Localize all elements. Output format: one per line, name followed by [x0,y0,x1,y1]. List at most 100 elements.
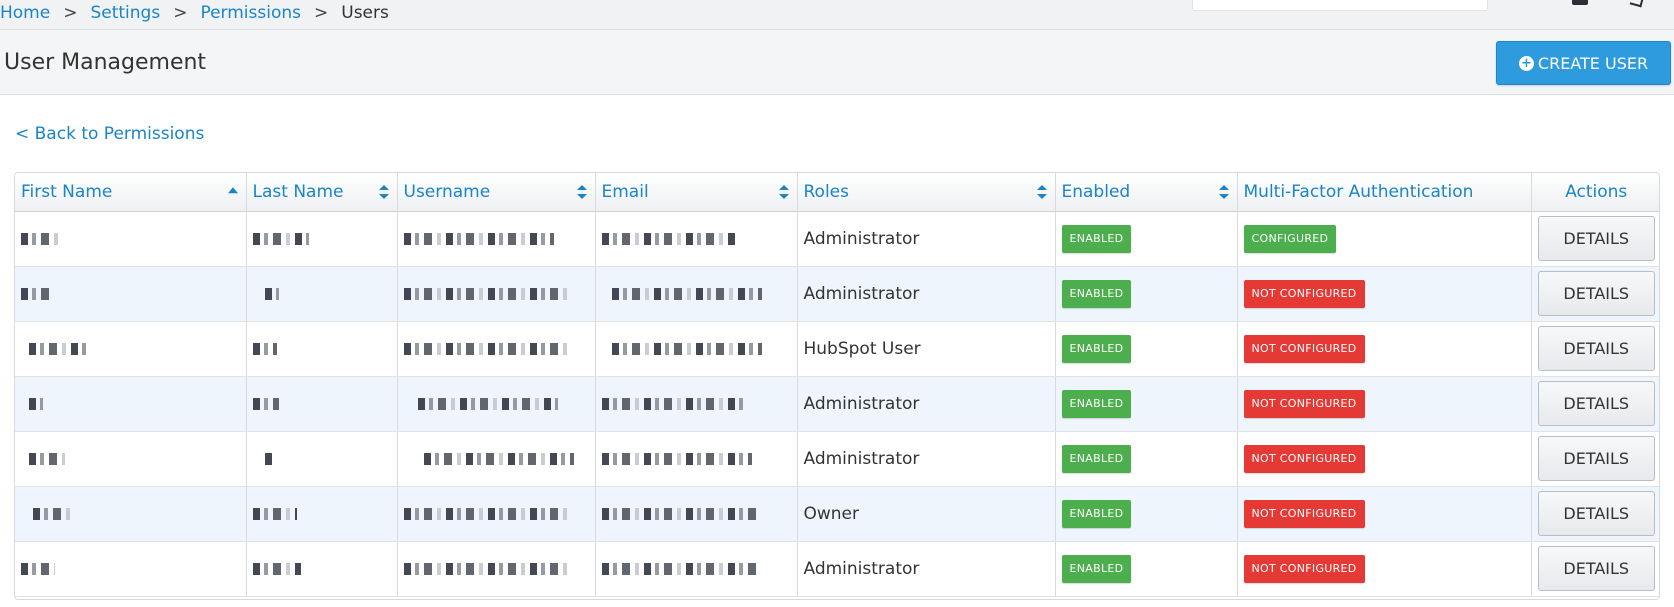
mfa-configured-badge: CONFIGURED [1243,224,1337,253]
column-header-label: Roles [803,181,850,202]
enabled-badge: ENABLED [1061,334,1132,363]
email-cell [595,486,798,542]
redacted-value [21,287,51,300]
redacted-value [601,452,752,465]
mfa-not-configured-badge: NOT CONFIGURED [1243,499,1365,528]
redacted-value [252,232,309,245]
redacted-value [264,452,275,465]
sort-icon [378,184,389,199]
create-user-button[interactable]: + CREATE USER [1496,41,1671,85]
column-header-label: Enabled [1061,181,1131,202]
mfa-not-configured-badge: NOT CONFIGURED [1243,444,1365,473]
email-cell [595,431,798,487]
actions-cell: DETAILS [1531,321,1659,377]
details-button[interactable]: DETAILS [1537,546,1655,591]
column-header-last-name[interactable]: Last Name [246,173,398,212]
actions-cell: DETAILS [1531,541,1659,597]
top-bar: Home > Settings > Permissions > Users [0,0,1674,30]
mfa-not-configured-badge: NOT CONFIGURED [1243,554,1365,583]
breadcrumb: Home > Settings > Permissions > Users [0,3,389,23]
enabled-badge: ENABLED [1061,389,1132,418]
details-button[interactable]: DETAILS [1537,436,1655,481]
redacted-value [403,287,572,300]
redacted-value [33,507,73,520]
first-name-cell [15,321,247,377]
enabled-cell: ENABLED [1055,376,1238,432]
details-button[interactable]: DETAILS [1537,326,1655,371]
mfa-cell: NOT CONFIGURED [1237,541,1532,597]
redacted-value [601,562,760,575]
redacted-value [21,232,63,245]
redacted-value [252,342,277,355]
mfa-cell: NOT CONFIGURED [1237,376,1532,432]
enabled-badge: ENABLED [1061,444,1132,473]
global-search-input[interactable] [1192,0,1488,11]
search-icon[interactable] [1629,0,1645,8]
enabled-cell: ENABLED [1055,211,1238,267]
table-row: Owner ENABLED NOT CONFIGURED DETAILS [15,486,1659,542]
redacted-value [611,342,762,355]
column-header-username[interactable]: Username [397,173,596,212]
email-cell [595,541,798,597]
redacted-value [403,507,572,520]
role-cell: Administrator [797,211,1056,267]
breadcrumb-separator: > [173,3,188,23]
first-name-cell [15,376,247,432]
details-button[interactable]: DETAILS [1537,216,1655,261]
sort-icon [1218,184,1229,199]
breadcrumb-permissions[interactable]: Permissions [200,3,301,23]
column-header-label: Multi-Factor Authentication [1243,181,1474,202]
redacted-value [252,507,297,520]
role-cell: Administrator [797,541,1056,597]
redacted-value [29,452,65,465]
column-header-roles[interactable]: Roles [797,173,1056,212]
plus-circle-icon: + [1518,55,1534,71]
table-row: Administrator ENABLED NOT CONFIGURED DET… [15,266,1659,322]
details-button[interactable]: DETAILS [1537,271,1655,316]
username-cell [397,376,596,432]
column-header-first-name[interactable]: First Name [15,173,247,212]
column-header-label: First Name [21,181,113,202]
enabled-cell: ENABLED [1055,431,1238,487]
breadcrumb-home[interactable]: Home [0,3,50,23]
mfa-cell: CONFIGURED [1237,211,1532,267]
user-icon[interactable] [1572,0,1588,5]
enabled-badge: ENABLED [1061,224,1132,253]
details-button[interactable]: DETAILS [1537,491,1655,536]
role-cell: Administrator [797,431,1056,487]
breadcrumb-current: Users [341,3,389,23]
column-header-email[interactable]: Email [595,173,798,212]
breadcrumb-settings[interactable]: Settings [90,3,160,23]
enabled-badge: ENABLED [1061,499,1132,528]
username-cell [397,211,596,267]
sort-icon [778,184,789,199]
first-name-cell [15,541,247,597]
redacted-value [252,562,301,575]
last-name-cell [246,376,398,432]
email-cell [595,211,798,267]
users-table-container: First Name Last Name Username Email Role… [14,172,1660,600]
enabled-cell: ENABLED [1055,321,1238,377]
redacted-value [29,397,43,410]
details-button[interactable]: DETAILS [1537,381,1655,426]
redacted-value [601,397,744,410]
username-cell [397,266,596,322]
table-header-row: First Name Last Name Username Email Role… [15,173,1659,212]
table-row: Administrator ENABLED NOT CONFIGURED DET… [15,376,1659,432]
table-row: Administrator ENABLED CONFIGURED DETAILS [15,211,1659,267]
mfa-not-configured-badge: NOT CONFIGURED [1243,279,1365,308]
breadcrumb-separator: > [63,3,78,23]
back-to-permissions-link[interactable]: < Back to Permissions [15,124,204,144]
username-cell [397,321,596,377]
last-name-cell [246,541,398,597]
actions-cell: DETAILS [1531,486,1659,542]
last-name-cell [246,486,398,542]
actions-cell: DETAILS [1531,211,1659,267]
actions-cell: DETAILS [1531,266,1659,322]
column-header-mfa: Multi-Factor Authentication [1237,173,1532,212]
column-header-enabled[interactable]: Enabled [1055,173,1238,212]
redacted-value [403,342,572,355]
table-row: Administrator ENABLED NOT CONFIGURED DET… [15,431,1659,487]
redacted-value [601,507,760,520]
username-cell [397,541,596,597]
